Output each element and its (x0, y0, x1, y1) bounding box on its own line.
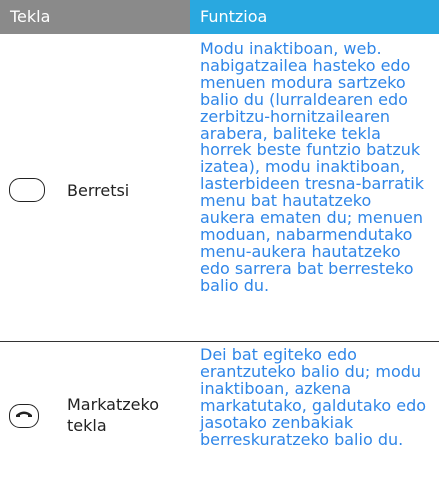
table-row: Berretsi Modu inaktiboan, web. nabigatza… (0, 34, 439, 341)
key-cell: Markatzeko tekla (0, 342, 190, 478)
function-description: Dei bat egiteko edo erantzuteko balio du… (200, 345, 427, 449)
function-description: Modu inaktiboan, web. nabigatzailea hast… (200, 39, 424, 295)
header-function-column: Funtzioa (190, 0, 439, 34)
call-key-icon (9, 404, 39, 428)
key-cell: Berretsi (0, 34, 190, 341)
table-header: Tekla Funtzioa (0, 0, 439, 34)
key-function-table: Tekla Funtzioa Berretsi Modu inaktiboan,… (0, 0, 439, 478)
table-row: Markatzeko tekla Dei bat egiteko edo era… (0, 341, 439, 478)
key-label-text: Markatzeko tekla (67, 395, 159, 435)
header-key-column: Tekla (0, 0, 190, 34)
key-label: Markatzeko tekla (67, 394, 167, 436)
key-label: Berretsi (67, 181, 130, 200)
confirm-key-icon (9, 178, 45, 202)
